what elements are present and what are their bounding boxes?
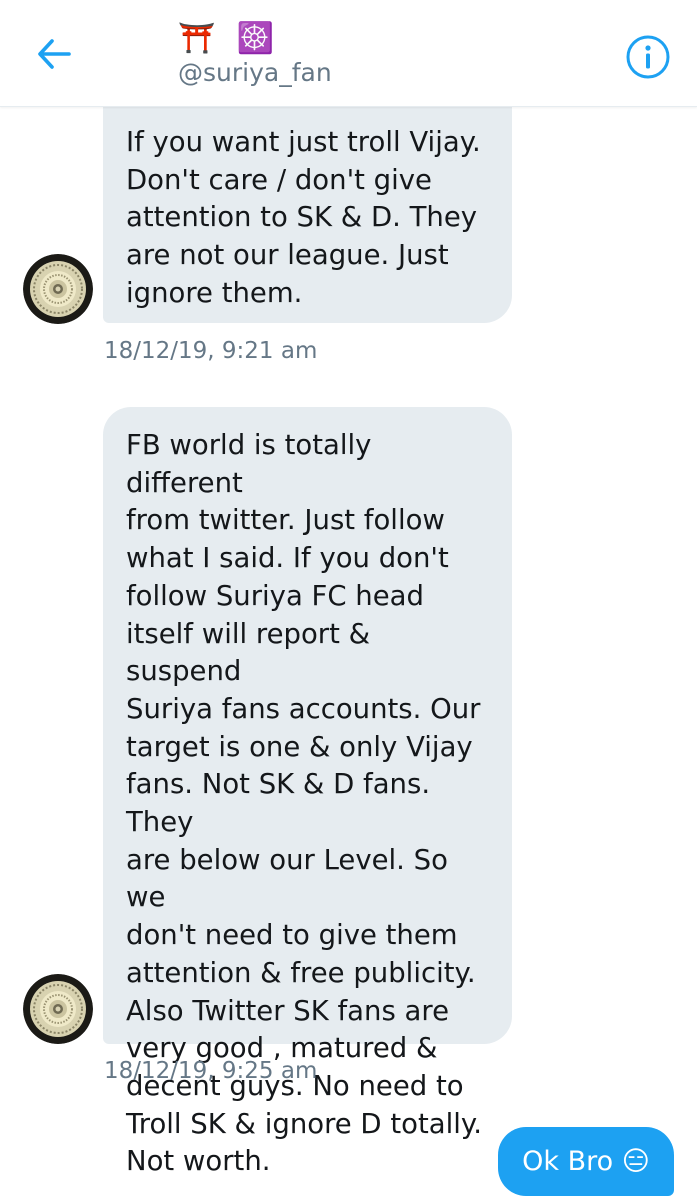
back-arrow-icon — [38, 39, 71, 69]
sender-avatar[interactable] — [23, 974, 93, 1044]
message-bubble-incoming[interactable]: FB world is totally different from twitt… — [103, 407, 512, 1177]
conversation-info-button[interactable] — [624, 33, 672, 81]
user-handle: @suriya_fan — [178, 58, 332, 87]
sender-avatar[interactable] — [23, 254, 93, 324]
info-icon — [626, 35, 670, 79]
conversation-header: ⛩️ ☸️ @suriya_fan — [0, 0, 697, 107]
message-bubble-outgoing[interactable]: Ok Bro 😑 — [498, 1127, 674, 1196]
message-timestamp: 18/12/19, 9:21 am — [104, 338, 318, 364]
message-text: Ok Bro 😑 — [522, 1146, 650, 1177]
conversation-title[interactable]: ⛩️ ☸️ @suriya_fan — [178, 22, 332, 88]
conversation-thread[interactable]: If you want just troll Vijay. Don't care… — [0, 0, 697, 1200]
message-text: If you want just troll Vijay. Don't care… — [126, 126, 481, 309]
back-button[interactable] — [28, 28, 80, 80]
message-timestamp: 18/12/19, 9:25 am — [104, 1058, 318, 1084]
display-name: ⛩️ ☸️ — [178, 21, 281, 56]
